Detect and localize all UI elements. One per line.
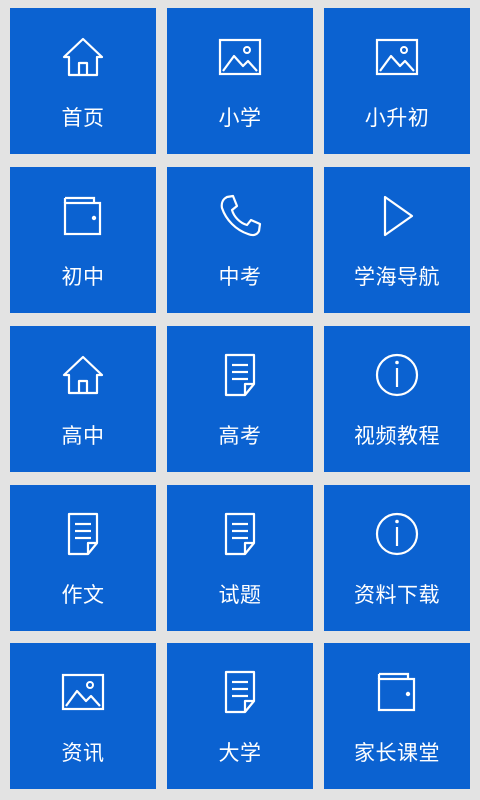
image-icon: [372, 32, 422, 82]
phone-icon: [215, 191, 265, 241]
tile-label: 中考: [218, 265, 262, 289]
tile-label: 资讯: [61, 741, 105, 765]
document-icon: [215, 350, 265, 400]
tile-test-papers[interactable]: 试题: [167, 485, 313, 631]
tile-label: 大学: [218, 741, 262, 765]
menu-grid: 首页 小学 小升初 初中 中考 学海导航 高中 高考 视频教程 作文 试题 资料…: [0, 0, 480, 800]
tile-downloads[interactable]: 资料下载: [324, 485, 470, 631]
info-icon: [372, 509, 422, 559]
document-icon: [215, 667, 265, 717]
play-icon: [372, 191, 422, 241]
tile-label: 小升初: [364, 106, 430, 130]
tile-middle-exam[interactable]: 中考: [167, 167, 313, 313]
tile-label: 高考: [218, 424, 262, 448]
tile-primary-school[interactable]: 小学: [167, 8, 313, 154]
tile-high-school[interactable]: 高中: [10, 326, 156, 472]
home-icon: [58, 32, 108, 82]
tile-label: 家长课堂: [354, 741, 440, 765]
wallet-icon: [58, 191, 108, 241]
wallet-icon: [372, 667, 422, 717]
tile-label: 视频教程: [354, 424, 440, 448]
tile-junior-high[interactable]: 初中: [10, 167, 156, 313]
tile-college-exam[interactable]: 高考: [167, 326, 313, 472]
tile-label: 首页: [61, 106, 105, 130]
tile-primary-to-middle[interactable]: 小升初: [324, 8, 470, 154]
tile-label: 学海导航: [354, 265, 440, 289]
home-icon: [58, 350, 108, 400]
tile-label: 试题: [218, 583, 262, 607]
tile-parent-class[interactable]: 家长课堂: [324, 643, 470, 789]
tile-label: 资料下载: [354, 583, 440, 607]
tile-video-tutorials[interactable]: 视频教程: [324, 326, 470, 472]
tile-label: 作文: [61, 583, 105, 607]
tile-news[interactable]: 资讯: [10, 643, 156, 789]
info-icon: [372, 350, 422, 400]
tile-label: 初中: [61, 265, 105, 289]
image-icon: [58, 667, 108, 717]
document-icon: [58, 509, 108, 559]
tile-composition[interactable]: 作文: [10, 485, 156, 631]
tile-label: 高中: [61, 424, 105, 448]
tile-home[interactable]: 首页: [10, 8, 156, 154]
tile-label: 小学: [218, 106, 262, 130]
tile-study-guide[interactable]: 学海导航: [324, 167, 470, 313]
document-icon: [215, 509, 265, 559]
tile-university[interactable]: 大学: [167, 643, 313, 789]
image-icon: [215, 32, 265, 82]
